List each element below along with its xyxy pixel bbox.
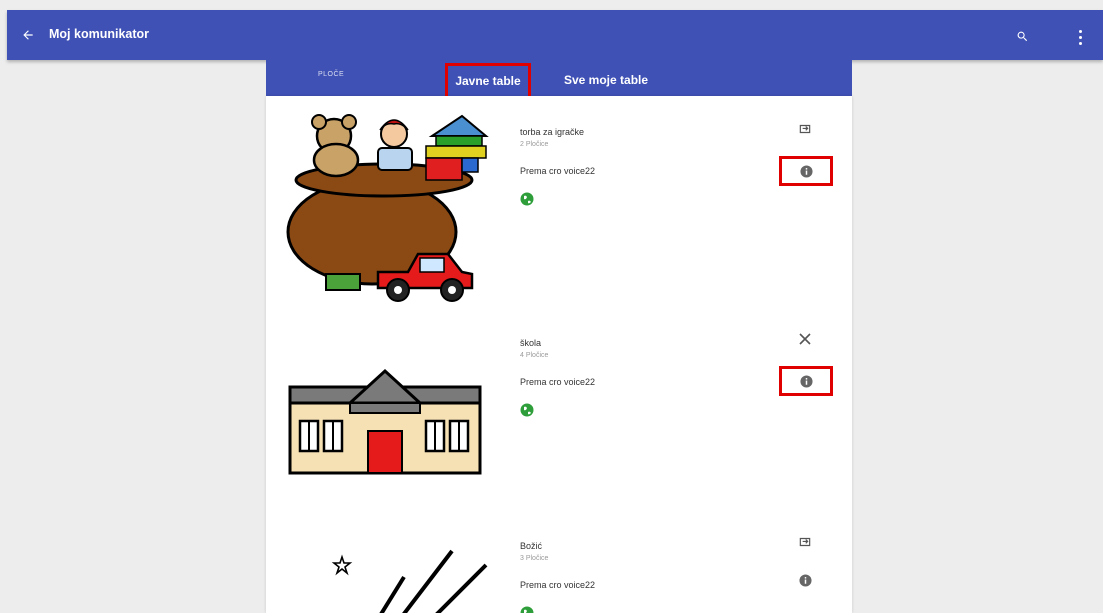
- board-name: torba za igračke: [520, 127, 585, 137]
- globe-icon: [520, 192, 534, 206]
- board-card[interactable]: torba za igračke 2 Pločice Prema cro voi…: [266, 96, 852, 311]
- back-button[interactable]: [17, 24, 39, 46]
- app-title: Moj komunikator: [49, 27, 150, 41]
- open-board-button[interactable]: [796, 120, 814, 138]
- globe-icon: [520, 403, 534, 417]
- board-owner: Prema cro voice22: [520, 377, 596, 387]
- remove-board-button[interactable]: [796, 330, 814, 348]
- school-image: [288, 368, 482, 475]
- arrow-left-icon: [23, 30, 33, 40]
- app-bar: Moj komunikator: [7, 10, 1103, 60]
- board-info-button[interactable]: [779, 156, 833, 186]
- christmas-image: [331, 549, 488, 613]
- open-board-button[interactable]: [796, 533, 814, 551]
- open-in-icon: [799, 537, 811, 547]
- tab-sve-moje-table[interactable]: Sve moje table: [564, 73, 648, 87]
- board-tile-count: 4 Pločice: [520, 352, 549, 359]
- board-tile-count: 3 Pločice: [520, 555, 549, 562]
- info-icon: [799, 164, 813, 178]
- more-menu-button[interactable]: [1073, 26, 1087, 48]
- board-name: škola: [520, 338, 542, 348]
- board-info-button[interactable]: [798, 573, 812, 587]
- info-icon: [798, 573, 812, 587]
- toy-bag-image: [286, 114, 489, 302]
- info-icon: [799, 374, 813, 388]
- board-list: torba za igračke 2 Pločice Prema cro voi…: [266, 96, 852, 613]
- board-card[interactable]: škola 4 Pločice Prema cro voice22: [266, 311, 852, 511]
- search-button[interactable]: [1011, 25, 1033, 47]
- board-owner: Prema cro voice22: [520, 166, 596, 176]
- board-owner: Prema cro voice22: [520, 580, 596, 590]
- search-icon: [1017, 31, 1027, 41]
- globe-icon: [520, 606, 534, 613]
- more-vert-icon: [1078, 29, 1082, 33]
- board-card[interactable]: Božić 3 Pločice Prema cro voice22: [266, 511, 852, 613]
- open-in-icon: [799, 124, 811, 134]
- tab-bar: PLOČE Javne table Sve moje table: [266, 60, 852, 99]
- tab-javne-table[interactable]: Javne table: [445, 63, 531, 99]
- board-info-button[interactable]: [779, 366, 833, 396]
- board-name: Božić: [520, 541, 543, 551]
- board-tile-count: 2 Pločice: [520, 141, 549, 148]
- tab-ploce[interactable]: PLOČE: [318, 71, 344, 78]
- close-icon: [799, 333, 811, 345]
